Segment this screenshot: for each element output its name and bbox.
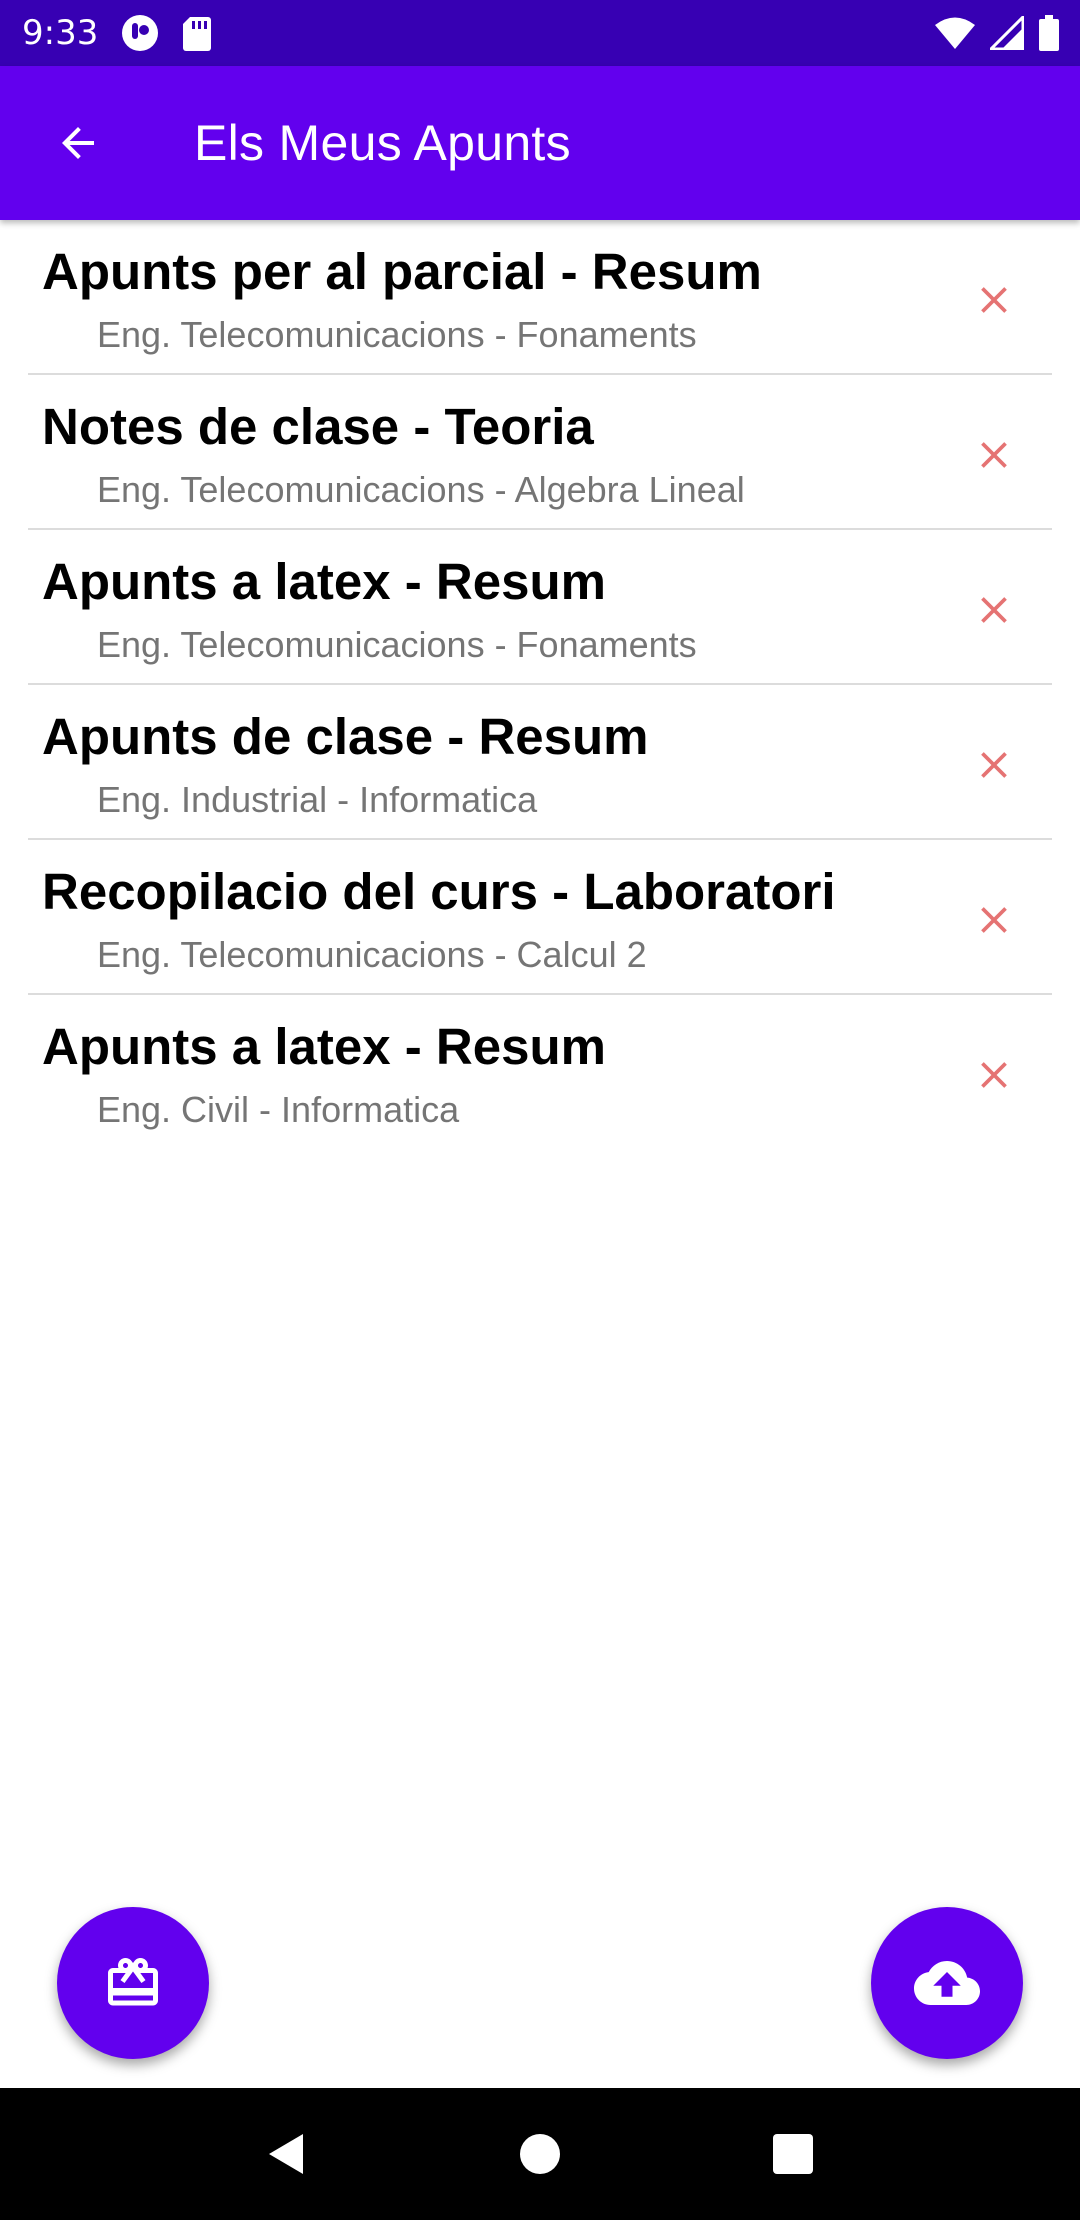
- nav-back-button[interactable]: [247, 2114, 327, 2194]
- close-icon: [981, 287, 1007, 313]
- close-icon: [981, 597, 1007, 623]
- signal-icon: [990, 16, 1024, 50]
- back-button[interactable]: [40, 105, 116, 181]
- close-icon: [981, 752, 1007, 778]
- list-item[interactable]: Apunts per al parcial - Resum Eng. Telec…: [28, 220, 1052, 375]
- battery-icon: [1038, 15, 1060, 51]
- page-title: Els Meus Apunts: [194, 115, 571, 171]
- note-subtitle: Eng. Telecomunicacions - Fonaments: [97, 314, 697, 355]
- sd-card-icon: [182, 15, 212, 51]
- home-circle-icon: [519, 2134, 560, 2174]
- note-subtitle: Eng. Telecomunicacions - Calcul 2: [97, 934, 647, 975]
- card-giftcard-icon: [108, 1958, 158, 2006]
- recents-square-icon: [773, 2134, 814, 2174]
- note-subtitle: Eng. Telecomunicacions - Fonaments: [97, 624, 697, 665]
- delete-button[interactable]: [956, 882, 1032, 958]
- status-time: 9:33: [22, 13, 99, 53]
- status-right: [934, 15, 1060, 51]
- delete-button[interactable]: [956, 262, 1032, 338]
- nav-home-button[interactable]: [500, 2114, 580, 2194]
- note-title: Apunts a latex - Resum: [42, 553, 606, 610]
- wifi-icon: [934, 16, 976, 50]
- list-item[interactable]: Recopilacio del curs - Laboratori Eng. T…: [28, 840, 1052, 995]
- close-icon: [981, 442, 1007, 468]
- note-subtitle: Eng. Industrial - Informatica: [97, 779, 538, 820]
- note-title: Recopilacio del curs - Laboratori: [42, 863, 836, 920]
- list-item[interactable]: Apunts de clase - Resum Eng. Industrial …: [28, 685, 1052, 840]
- note-title: Apunts de clase - Resum: [42, 708, 649, 765]
- list-item[interactable]: Apunts a latex - Resum Eng. Civil - Info…: [28, 995, 1052, 1150]
- note-title: Notes de clase - Teoria: [42, 398, 594, 455]
- back-triangle-icon: [268, 2134, 303, 2174]
- app-bar: Els Meus Apunts: [0, 66, 1080, 220]
- note-subtitle: Eng. Telecomunicacions - Algebra Lineal: [97, 469, 745, 510]
- delete-button[interactable]: [956, 572, 1032, 648]
- cloud-upload-icon: [914, 1961, 980, 2005]
- status-left: 9:33: [22, 13, 212, 53]
- upload-fab[interactable]: [871, 1907, 1023, 2059]
- notes-list: Apunts per al parcial - Resum Eng. Telec…: [28, 220, 1052, 1150]
- delete-button[interactable]: [956, 1037, 1032, 1113]
- arrow-back-icon: [62, 127, 94, 159]
- close-icon: [981, 907, 1007, 933]
- system-nav-bar: [0, 2088, 1080, 2220]
- status-bar: 9:33: [0, 0, 1080, 66]
- note-subtitle: Eng. Civil - Informatica: [97, 1089, 460, 1130]
- list-item[interactable]: Apunts a latex - Resum Eng. Telecomunica…: [28, 530, 1052, 685]
- assistant-icon: [120, 13, 160, 53]
- delete-button[interactable]: [956, 417, 1032, 493]
- note-title: Apunts per al parcial - Resum: [42, 243, 762, 300]
- gift-card-fab[interactable]: [57, 1907, 209, 2059]
- list-item[interactable]: Notes de clase - Teoria Eng. Telecomunic…: [28, 375, 1052, 530]
- close-icon: [981, 1062, 1007, 1088]
- nav-recents-button[interactable]: [753, 2114, 833, 2194]
- delete-button[interactable]: [956, 727, 1032, 803]
- note-title: Apunts a latex - Resum: [42, 1018, 606, 1075]
